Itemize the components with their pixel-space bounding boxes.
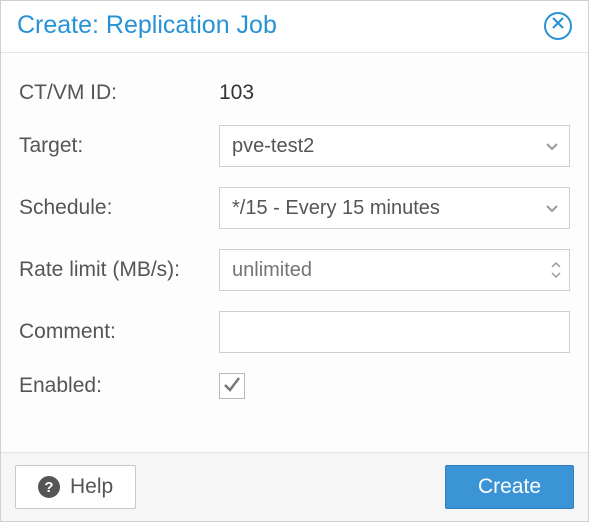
rate-limit-label: Rate limit (MB/s): [19, 258, 219, 282]
rate-limit-field[interactable] [219, 249, 570, 291]
enabled-checkbox[interactable] [219, 373, 245, 399]
check-icon [222, 374, 242, 399]
dialog-title: Create: Replication Job [17, 11, 277, 40]
target-label: Target: [19, 134, 219, 158]
help-icon: ? [38, 476, 60, 498]
comment-input[interactable] [219, 311, 570, 353]
create-button[interactable]: Create [445, 465, 574, 509]
row-comment: Comment: [19, 311, 570, 353]
ctvm-id-label: CT/VM ID: [19, 81, 219, 105]
close-icon [551, 16, 565, 35]
close-button[interactable] [544, 12, 572, 40]
comment-label: Comment: [19, 320, 219, 344]
rate-limit-input[interactable] [219, 249, 570, 291]
comment-field[interactable] [219, 311, 570, 353]
help-button-label: Help [70, 475, 113, 499]
row-ctvm-id: CT/VM ID: 103 [19, 81, 570, 105]
enabled-label: Enabled: [19, 374, 219, 398]
row-rate-limit: Rate limit (MB/s): [19, 249, 570, 291]
create-replication-dialog: Create: Replication Job CT/VM ID: 103 Ta… [0, 0, 589, 522]
dialog-body: CT/VM ID: 103 Target: Schedule: Rate li [1, 53, 588, 452]
dialog-footer: ? Help Create [1, 452, 588, 521]
row-target: Target: [19, 125, 570, 167]
target-field[interactable] [219, 125, 570, 167]
schedule-select[interactable] [219, 187, 570, 229]
ctvm-id-value: 103 [219, 81, 254, 105]
schedule-field[interactable] [219, 187, 570, 229]
schedule-label: Schedule: [19, 196, 219, 220]
titlebar: Create: Replication Job [1, 1, 588, 53]
create-button-label: Create [478, 475, 541, 499]
row-enabled: Enabled: [19, 373, 570, 399]
row-schedule: Schedule: [19, 187, 570, 229]
target-select[interactable] [219, 125, 570, 167]
help-button[interactable]: ? Help [15, 465, 136, 509]
